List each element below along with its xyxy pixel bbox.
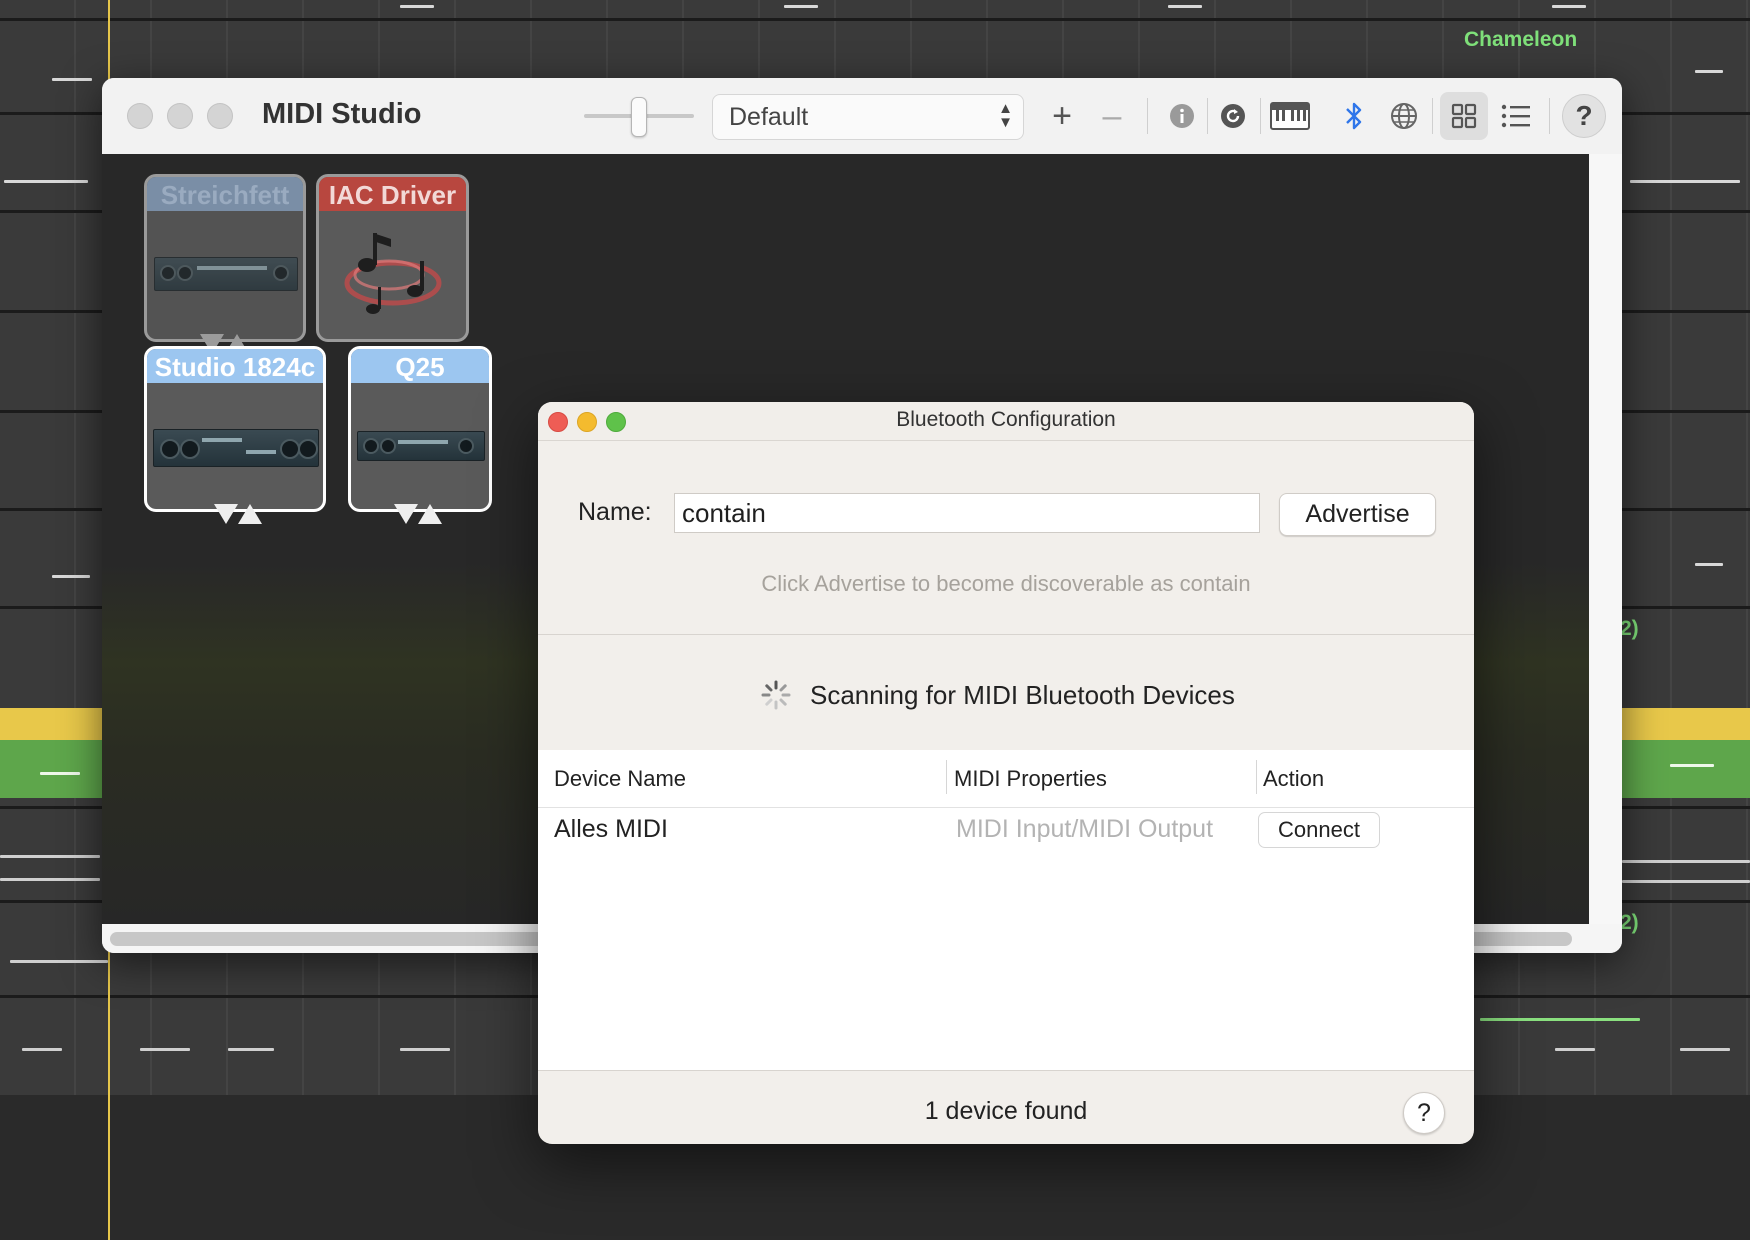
- midi-note: [40, 772, 80, 775]
- midi-note: [1630, 180, 1740, 183]
- midi-note: [1552, 5, 1586, 8]
- midi-note: [1680, 1048, 1730, 1051]
- info-icon[interactable]: [1162, 96, 1202, 136]
- midi-note: [1622, 880, 1750, 883]
- configuration-popup[interactable]: Default ▲ ▼: [712, 94, 1024, 140]
- help-button[interactable]: ?: [1403, 1092, 1445, 1134]
- grid-view-icon[interactable]: [1440, 92, 1488, 140]
- spinner-icon: [761, 680, 791, 710]
- midi-note: [22, 1048, 62, 1051]
- add-icon[interactable]: +: [1042, 96, 1082, 136]
- device-name-cell: Alles MIDI: [554, 815, 668, 843]
- device-name: Q25: [351, 349, 489, 383]
- column-divider[interactable]: [1256, 760, 1257, 794]
- midi-note: [0, 855, 100, 858]
- advertise-hint: Click Advertise to become discoverable a…: [761, 571, 1251, 596]
- device-image: [153, 429, 319, 467]
- region-label: 2): [1620, 617, 1639, 640]
- midi-studio-toolbar: MIDI Studio Default ▲ ▼ + – ?: [102, 78, 1622, 155]
- midi-note: [400, 1048, 450, 1051]
- close-button[interactable]: [127, 103, 153, 129]
- device-table: Device Name MIDI Properties Action Alles…: [538, 750, 1474, 1070]
- midi-note: [1670, 764, 1714, 767]
- midi-note: [0, 878, 100, 881]
- name-field[interactable]: [674, 493, 1260, 533]
- midi-note: [228, 1048, 274, 1051]
- help-icon[interactable]: ?: [1562, 94, 1606, 138]
- device-tile-streichfett[interactable]: Streichfett: [144, 174, 306, 342]
- region-label: 2): [1620, 911, 1639, 934]
- device-name: IAC Driver: [319, 177, 466, 211]
- bluetooth-configuration-window: Bluetooth Configuration Name: Advertise …: [538, 402, 1474, 1144]
- connect-button[interactable]: Connect: [1258, 812, 1380, 848]
- titlebar: Bluetooth Configuration: [538, 402, 1474, 441]
- window-title: MIDI Studio: [262, 98, 422, 130]
- toolbar-separator: [1147, 98, 1148, 134]
- remove-icon[interactable]: –: [1092, 96, 1132, 136]
- device-name: Streichfett: [147, 177, 303, 211]
- minimize-button[interactable]: [167, 103, 193, 129]
- device-tile-q25[interactable]: Q25: [348, 346, 492, 512]
- network-icon[interactable]: [1384, 96, 1424, 136]
- midi-note: [1622, 860, 1750, 863]
- table-row[interactable]: Alles MIDI MIDI Input/MIDI Output Connec…: [538, 808, 1474, 856]
- zoom-button[interactable]: [207, 103, 233, 129]
- midi-properties-cell: MIDI Input/MIDI Output: [956, 815, 1214, 843]
- midi-note: [4, 180, 88, 183]
- device-tile-studio-1824c[interactable]: Studio 1824c: [144, 346, 326, 512]
- midi-note: [1695, 70, 1723, 73]
- device-tile-iac-driver[interactable]: IAC Driver: [316, 174, 469, 342]
- divider: [538, 634, 1474, 635]
- advertise-button[interactable]: Advertise: [1279, 493, 1436, 536]
- configuration-value: Default: [729, 103, 809, 131]
- midi-in-port[interactable]: [238, 504, 262, 524]
- scan-status: Scanning for MIDI Bluetooth Devices: [810, 680, 1235, 710]
- midi-in-port[interactable]: [418, 504, 442, 524]
- device-image: [154, 257, 298, 291]
- midi-note: [10, 960, 108, 963]
- device-count: 1 device found: [924, 1097, 1088, 1125]
- device-image: [357, 431, 485, 461]
- midi-note: [140, 1048, 190, 1051]
- chevron-updown-icon: ▲ ▼: [998, 100, 1013, 131]
- column-header-action[interactable]: Action: [1263, 766, 1324, 792]
- keyboard-icon[interactable]: [1268, 96, 1312, 136]
- midi-note: [52, 78, 92, 81]
- toolbar-separator: [1207, 98, 1208, 134]
- toolbar-separator: [1549, 98, 1550, 134]
- midi-note: [1168, 5, 1202, 8]
- track-label: Chameleon: [1464, 28, 1578, 51]
- midi-note: [1555, 1048, 1595, 1051]
- midi-out-port[interactable]: [214, 504, 238, 524]
- midi-note: [1695, 563, 1723, 566]
- device-name: Studio 1824c: [147, 349, 323, 383]
- column-header-midi-properties[interactable]: MIDI Properties: [954, 766, 1107, 792]
- rescan-icon[interactable]: [1213, 96, 1253, 136]
- divider: [538, 1070, 1474, 1071]
- bluetooth-icon[interactable]: [1334, 96, 1374, 136]
- vertical-scrollbar[interactable]: [1589, 154, 1622, 924]
- track-divider: [0, 18, 1750, 21]
- midi-note: [1480, 1018, 1640, 1021]
- list-view-icon[interactable]: [1494, 96, 1538, 136]
- name-label: Name:: [578, 498, 652, 526]
- midi-out-port[interactable]: [394, 504, 418, 524]
- toolbar-separator: [1432, 98, 1433, 134]
- window-title: Bluetooth Configuration: [896, 408, 1116, 431]
- midi-note: [52, 575, 90, 578]
- midi-note: [400, 5, 434, 8]
- column-header-device-name[interactable]: Device Name: [554, 766, 686, 792]
- music-notes-icon: [344, 233, 442, 314]
- column-divider[interactable]: [946, 760, 947, 794]
- icon-size-slider-knob[interactable]: [631, 97, 647, 137]
- toolbar-separator: [1260, 98, 1261, 134]
- midi-note: [784, 5, 818, 8]
